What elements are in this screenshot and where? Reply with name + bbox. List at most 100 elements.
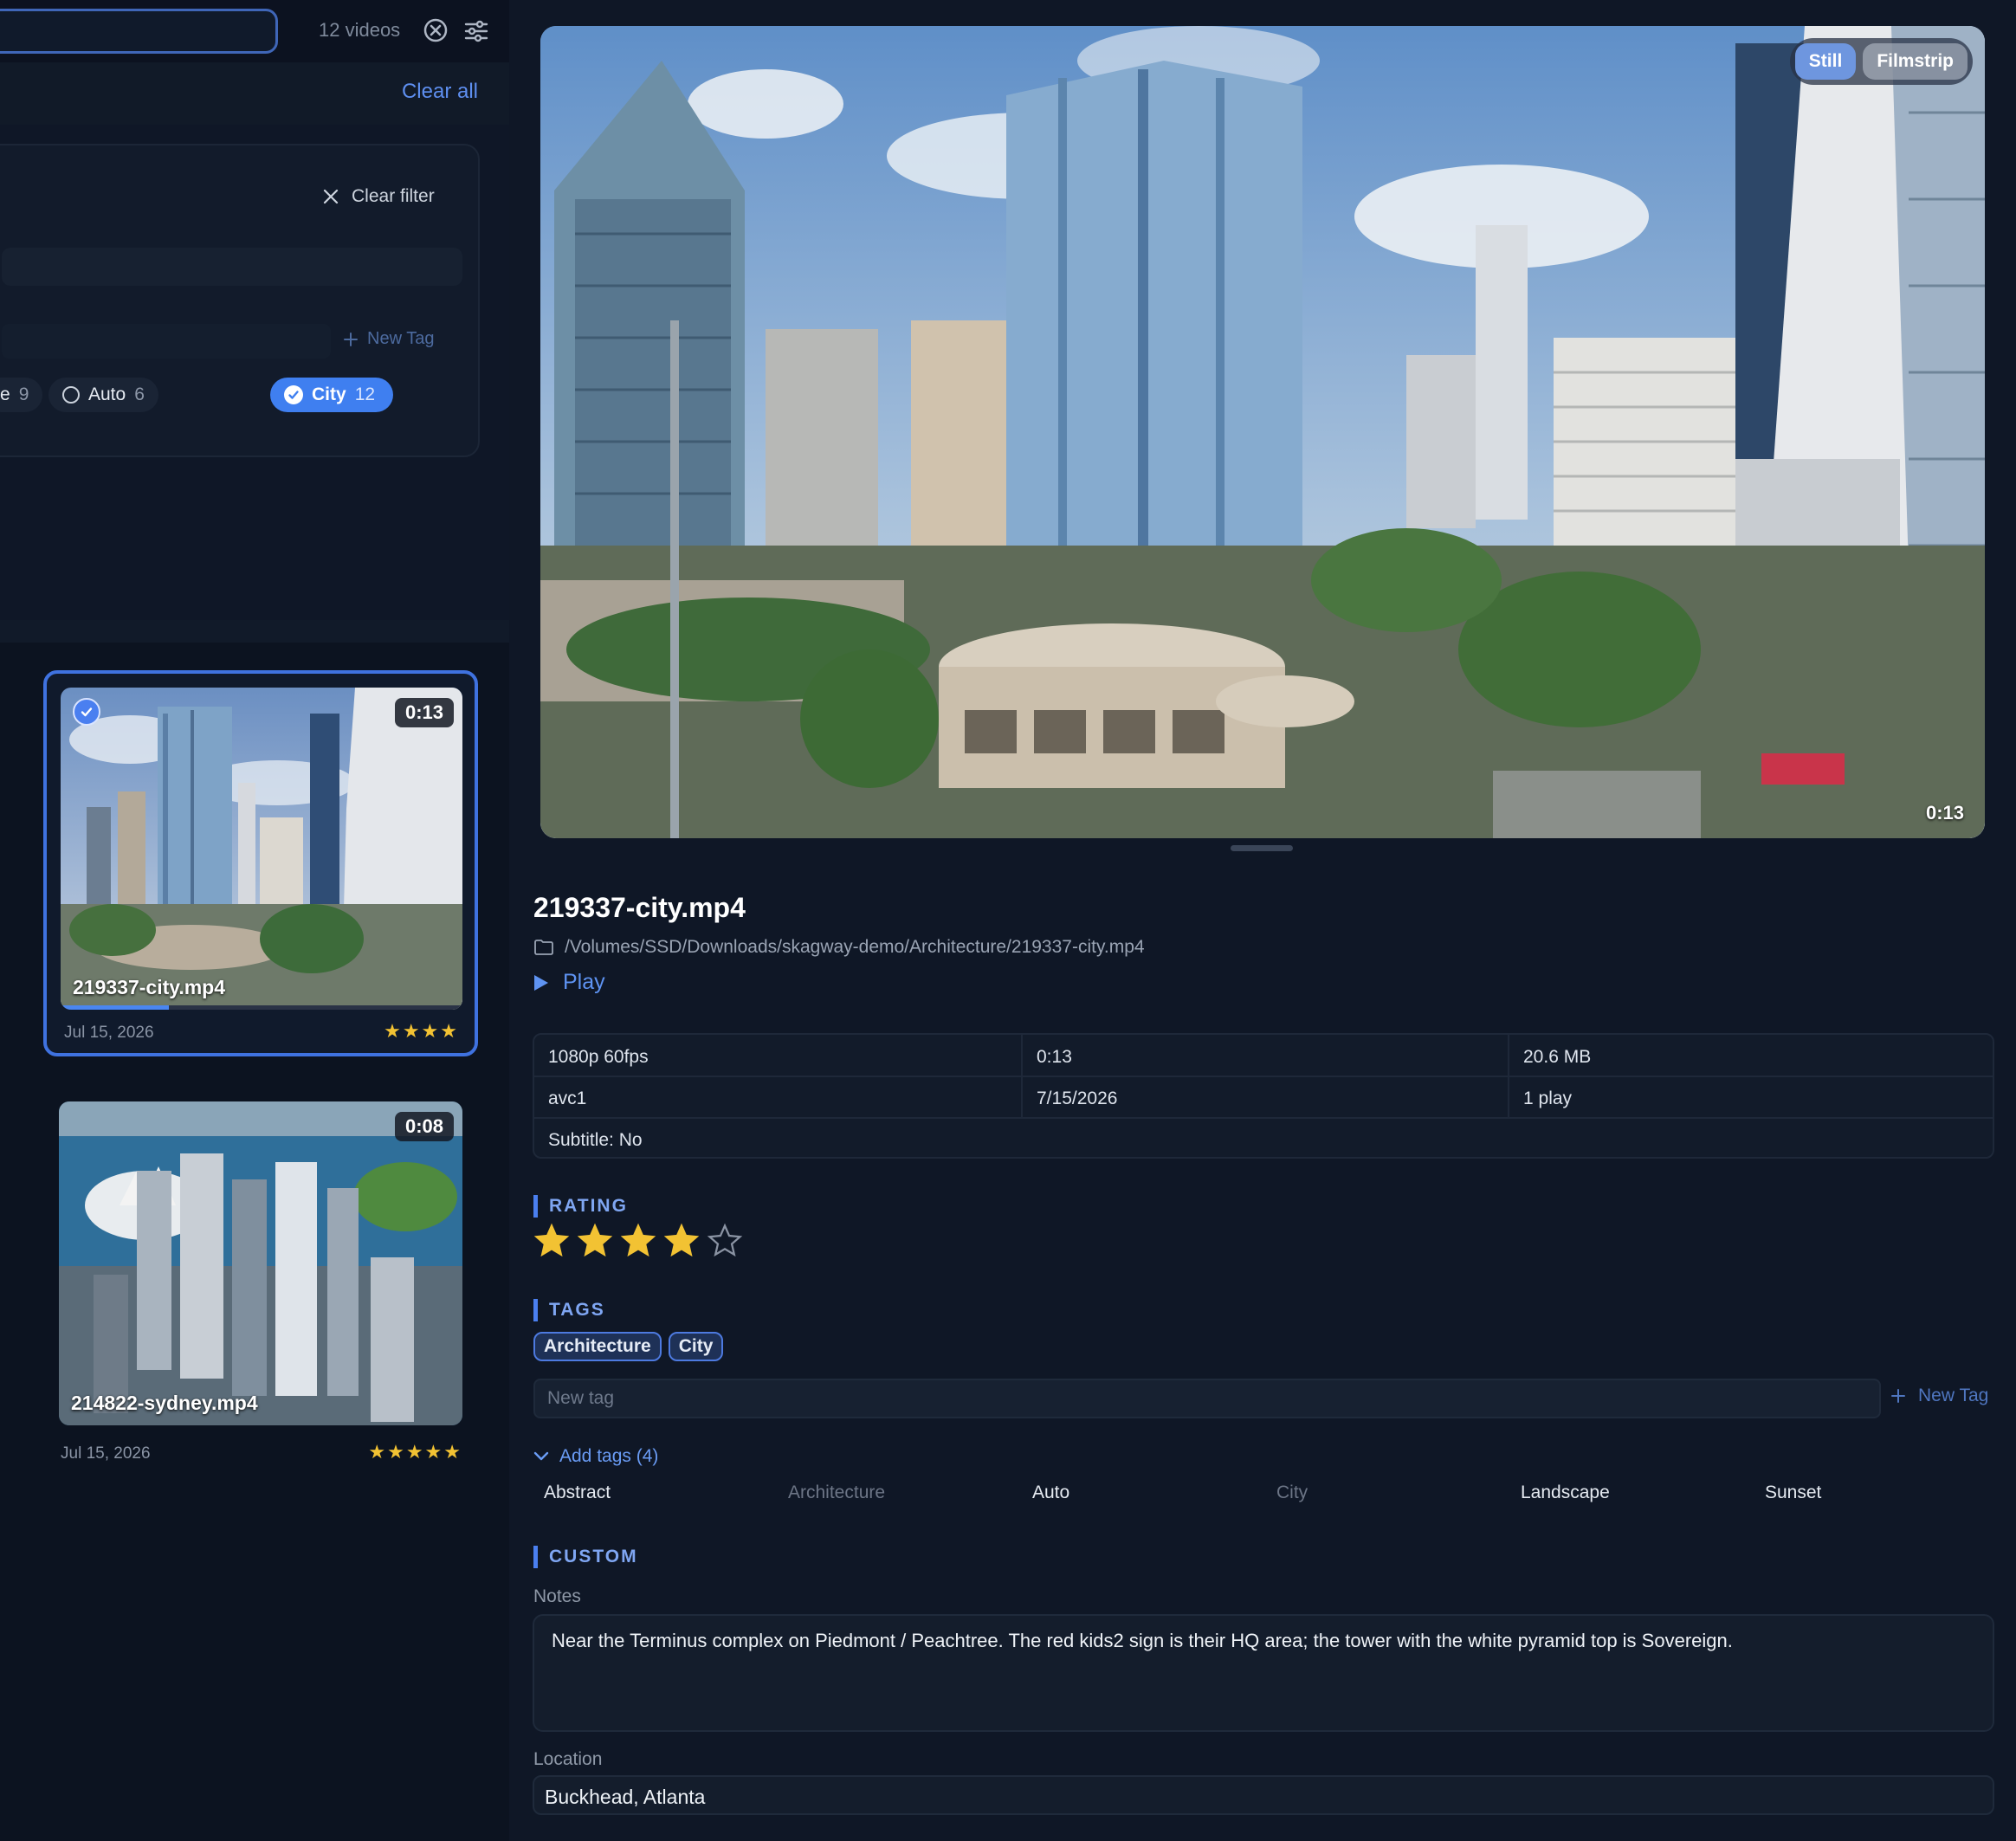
library-toolbar: 12 videos [0, 0, 509, 62]
rating-stars [533, 1223, 743, 1259]
meta-subtitle: Subtitle: No [548, 1130, 643, 1150]
tag-chip-label: e [0, 384, 10, 404]
plus-icon [1891, 1389, 1905, 1403]
grid-divider [0, 620, 509, 643]
suggested-tag-auto[interactable]: Auto [1032, 1482, 1069, 1503]
video-count: 12 videos [319, 19, 401, 41]
assigned-tags: Architecture City [533, 1332, 724, 1361]
tags-section-label: TAGS [533, 1299, 605, 1321]
card-date: Jul 15, 2026 [64, 1024, 154, 1042]
star-filled-icon[interactable] [533, 1223, 570, 1259]
clear-filter-button[interactable]: Clear filter [322, 184, 435, 210]
tag-chip-auto[interactable]: Auto 6 [48, 378, 158, 412]
rating-section-label: RATING [533, 1195, 628, 1218]
play-icon [534, 974, 548, 991]
star-empty-icon[interactable] [707, 1223, 743, 1259]
location-field[interactable]: Buckhead, Atlanta [533, 1775, 1994, 1815]
meta-size: 20.6 MB [1523, 1047, 1592, 1067]
thumbnail-duration: 0:08 [394, 1112, 454, 1141]
video-thumbnail[interactable]: 0:08 214822-sydney.mp4 [59, 1101, 462, 1425]
filter-area: Clear filter New Tag e 9 Auto 6 City 12 [0, 125, 509, 620]
new-tag-filter-button[interactable]: New Tag [343, 329, 434, 349]
star-filled-icon[interactable] [663, 1223, 700, 1259]
file-path[interactable]: /Volumes/SSD/Downloads/skagway-demo/Arch… [533, 937, 1145, 958]
chevron-down-icon [533, 1451, 549, 1461]
tag-chip-city[interactable]: City 12 [270, 378, 393, 412]
table-divider [534, 1076, 1993, 1077]
new-tag-input[interactable] [533, 1379, 1881, 1418]
new-tag-filter-label: New Tag [367, 329, 435, 348]
notes-label: Notes [533, 1586, 581, 1606]
preview-duration: 0:13 [1925, 802, 1964, 824]
card-rating-stars: ★★★★ [384, 1020, 459, 1042]
tag-chip-count: 12 [354, 384, 376, 404]
suggested-tag-architecture: Architecture [788, 1482, 886, 1502]
card-rating-stars: ★★★★★ [368, 1441, 462, 1463]
notes-field[interactable]: Near the Terminus complex on Piedmont / … [533, 1614, 1994, 1732]
library-panel: 12 videos Clear all Clear filter New Tag… [0, 0, 509, 1841]
add-tags-label: Add tags (4) [559, 1446, 659, 1466]
tag-chip-count: 9 [18, 384, 29, 404]
custom-section-label: CUSTOM [533, 1546, 638, 1568]
filmstrip-view-button[interactable]: Filmstrip [1863, 43, 1968, 80]
file-title: 219337-city.mp4 [533, 892, 746, 923]
meta-plays: 1 play [1523, 1088, 1573, 1108]
meta-resolution: 1080p 60fps [548, 1047, 649, 1067]
video-card-selected[interactable]: 0:13 219337-city.mp4 Jul 15, 2026 ★★★★ [43, 670, 478, 1056]
folder-icon [534, 940, 553, 955]
clear-filter-label: Clear filter [352, 186, 435, 206]
thumbnail-filename: 219337-city.mp4 [73, 976, 226, 998]
radio-empty-icon [62, 386, 80, 404]
filter-search-input[interactable] [2, 248, 462, 286]
tag-chip-count: 6 [134, 384, 145, 404]
clear-search-icon[interactable] [423, 17, 449, 43]
sliders-icon[interactable] [462, 17, 490, 45]
new-tag-button-label: New Tag [1918, 1386, 1989, 1405]
card-date: Jul 15, 2026 [61, 1444, 151, 1463]
thumbnail-duration: 0:13 [394, 698, 454, 727]
playback-progress [61, 1005, 462, 1010]
meta-codec: avc1 [548, 1088, 587, 1108]
suggested-tag-city: City [1276, 1482, 1308, 1502]
video-thumbnail[interactable]: 0:13 219337-city.mp4 [61, 688, 462, 1010]
clear-all-button[interactable]: Clear all [402, 80, 478, 104]
add-tags-toggle[interactable]: Add tags (4) [533, 1446, 658, 1467]
tag-filter-card: Clear filter New Tag e 9 Auto 6 City 12 [0, 144, 480, 457]
thumbnail-filename: 214822-sydney.mp4 [71, 1392, 258, 1414]
new-tag-button[interactable]: New Tag [1890, 1386, 1988, 1406]
view-mode-toggle: Still Filmstrip [1789, 38, 1973, 85]
location-label: Location [533, 1749, 603, 1769]
suggested-tag-sunset[interactable]: Sunset [1765, 1482, 1821, 1503]
detail-panel: Still Filmstrip 0:13 219337-city.mp4 /Vo… [512, 0, 2016, 1841]
tag-pill[interactable]: Architecture [533, 1332, 662, 1361]
metadata-table: 1080p 60fps 0:13 20.6 MB avc1 7/15/2026 … [533, 1033, 1994, 1159]
file-path-text: /Volumes/SSD/Downloads/skagway-demo/Arch… [565, 937, 1145, 957]
tag-chip-label: Auto [88, 384, 126, 404]
plus-icon [344, 332, 358, 346]
meta-duration: 0:13 [1037, 1047, 1072, 1067]
check-circle-icon [284, 385, 303, 404]
tag-pill[interactable]: City [668, 1332, 724, 1361]
suggested-tags: Abstract Architecture Auto City Landscap… [544, 1482, 1999, 1510]
video-preview[interactable]: Still Filmstrip 0:13 [540, 26, 1985, 838]
tag-chip-label: City [312, 384, 346, 404]
play-button[interactable]: Play [533, 970, 605, 995]
table-divider [534, 1117, 1993, 1119]
play-label: Play [563, 970, 605, 994]
star-filled-icon[interactable] [620, 1223, 656, 1259]
close-icon [323, 189, 339, 204]
star-filled-icon[interactable] [577, 1223, 613, 1259]
resize-handle[interactable] [1231, 845, 1293, 851]
playback-progress-fill [61, 1005, 170, 1010]
suggested-tag-abstract[interactable]: Abstract [544, 1482, 611, 1503]
suggested-tag-landscape[interactable]: Landscape [1521, 1482, 1610, 1503]
video-card[interactable]: 0:08 214822-sydney.mp4 Jul 15, 2026 ★★★★… [43, 1101, 478, 1465]
meta-date: 7/15/2026 [1037, 1088, 1118, 1108]
tag-chip-partial[interactable]: e 9 [0, 378, 43, 412]
selected-check-icon[interactable] [73, 698, 100, 726]
filter-header: Clear all [0, 62, 509, 125]
video-grid: 0:13 219337-city.mp4 Jul 15, 2026 ★★★★ 0… [0, 643, 509, 1841]
search-input[interactable] [0, 9, 278, 54]
still-view-button[interactable]: Still [1794, 43, 1857, 80]
filter-tag-input[interactable] [2, 324, 331, 359]
